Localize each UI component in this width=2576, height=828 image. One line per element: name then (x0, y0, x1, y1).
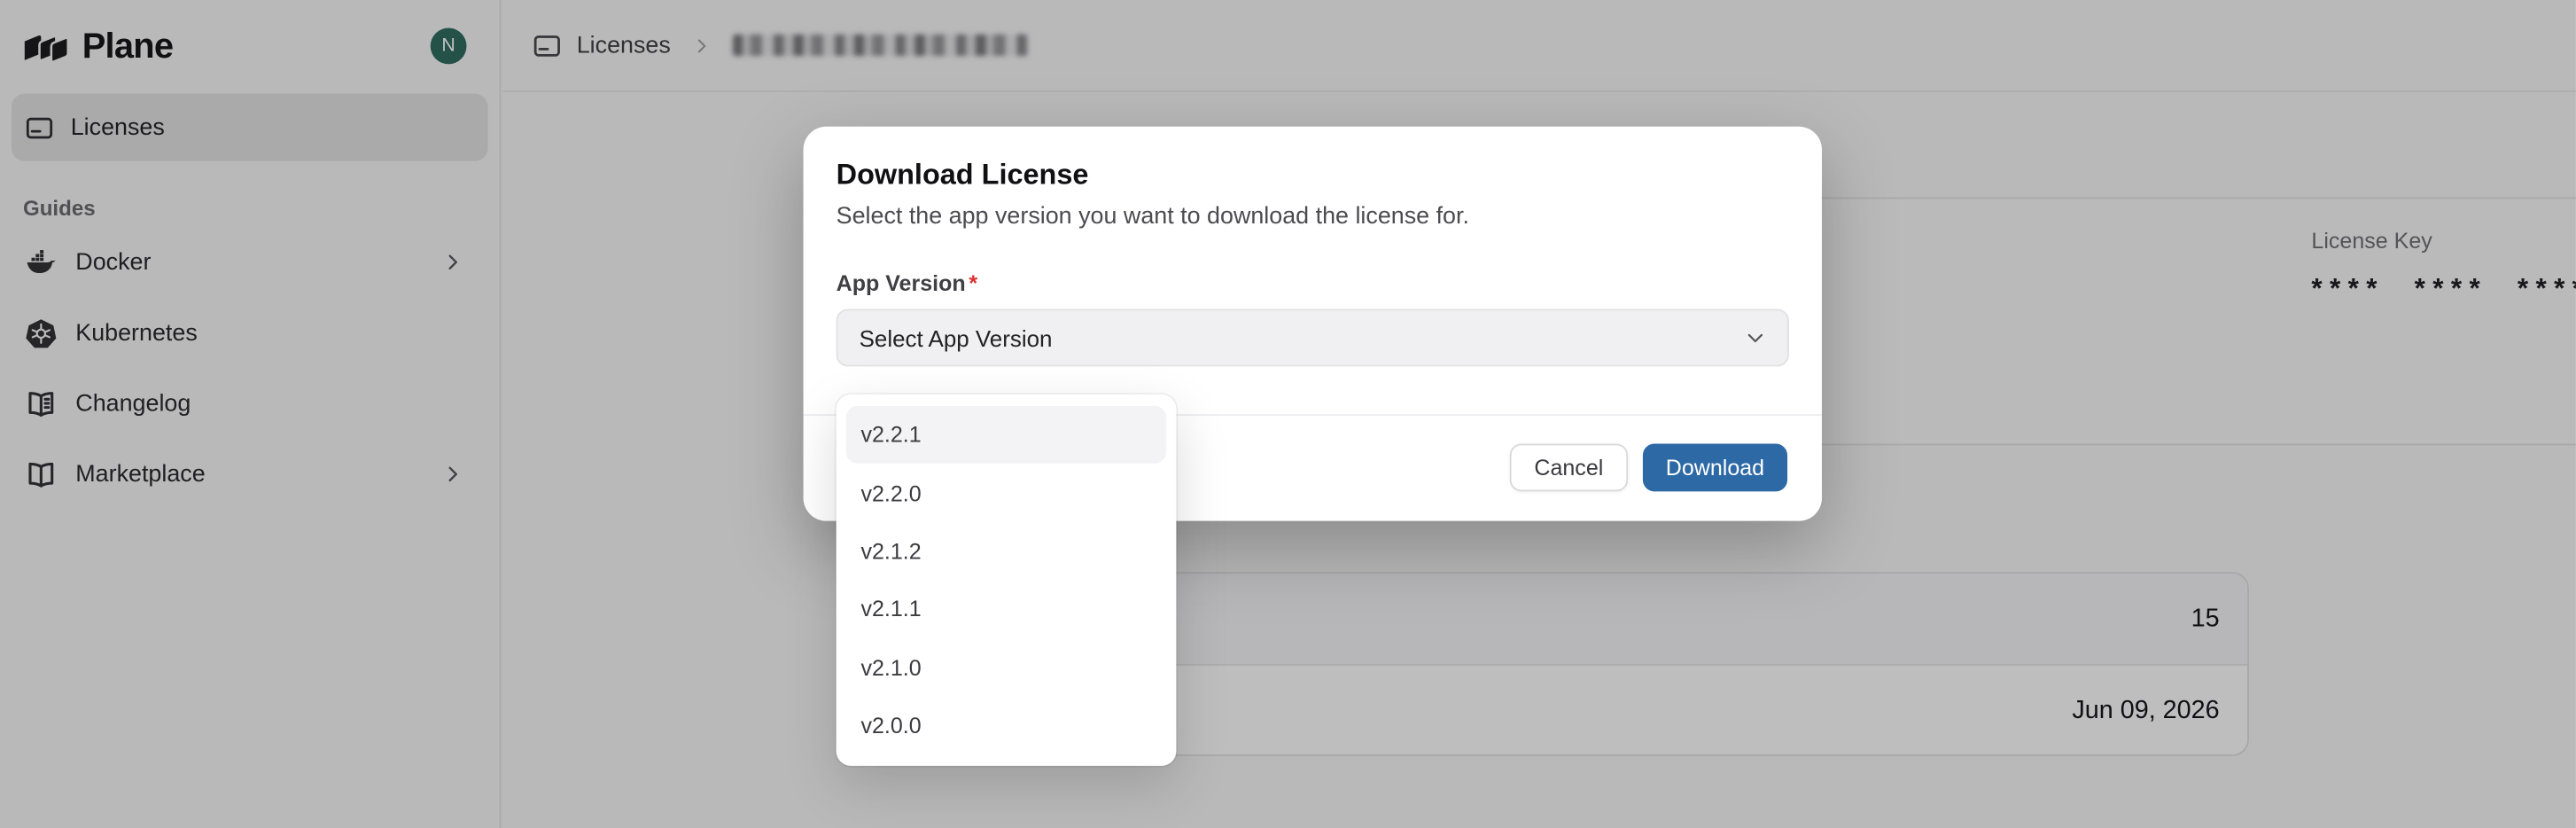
app-version-label-text: App Version (837, 271, 966, 296)
dropdown-option-v2.1.1[interactable]: v2.1.1 (846, 581, 1167, 639)
app-window: Plane N Licenses Guides (0, 0, 2576, 828)
chevron-down-icon (1745, 327, 1766, 348)
modal-title: Download License (837, 158, 1789, 192)
dropdown-option-v2.2.1[interactable]: v2.2.1 (846, 406, 1167, 465)
app-version-dropdown: v2.2.1 v2.2.0 v2.1.2 v2.1.1 v2.1.0 v2.0.… (837, 394, 1177, 767)
dropdown-option-v2.1.0[interactable]: v2.1.0 (846, 638, 1167, 697)
required-asterisk: * (969, 271, 977, 296)
cancel-button[interactable]: Cancel (1510, 444, 1629, 492)
app-version-label: App Version* (837, 271, 1789, 296)
modal-subtitle: Select the app version you want to downl… (837, 204, 1789, 230)
dropdown-option-v2.1.2[interactable]: v2.1.2 (846, 522, 1167, 581)
app-version-select[interactable]: Select App Version (837, 309, 1789, 367)
dropdown-option-v2.2.0[interactable]: v2.2.0 (846, 465, 1167, 523)
select-placeholder: Select App Version (860, 324, 1053, 351)
dropdown-option-v2.0.0[interactable]: v2.0.0 (846, 697, 1167, 755)
download-button[interactable]: Download (1643, 444, 1787, 492)
